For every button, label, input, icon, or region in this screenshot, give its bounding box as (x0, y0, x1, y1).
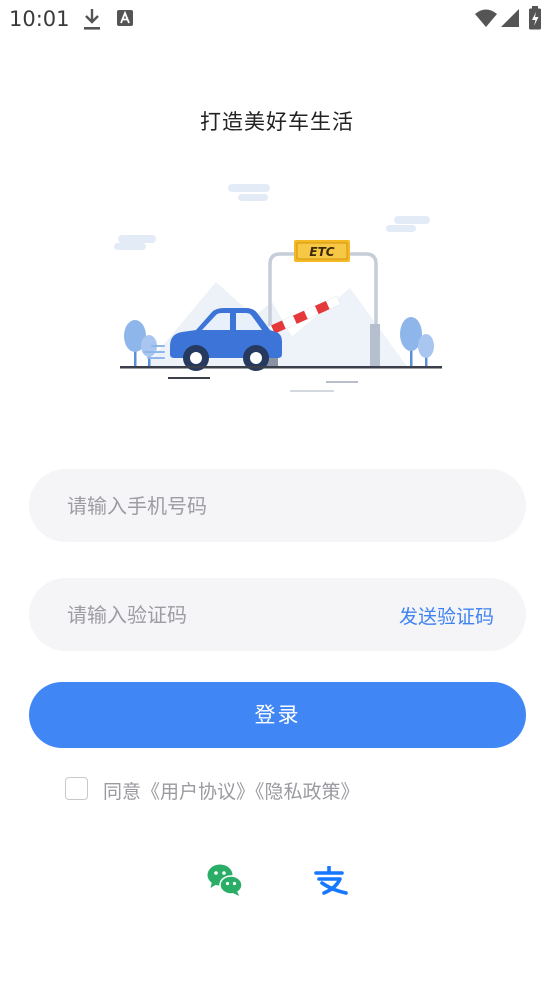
code-field[interactable]: 发送验证码 (29, 578, 526, 651)
etc-sign-text: ETC (309, 245, 334, 259)
phone-input[interactable] (67, 469, 487, 542)
hero-illustration: ETC (104, 178, 450, 402)
wifi-icon (474, 8, 498, 32)
signal-icon (500, 8, 520, 32)
tree-icon (400, 317, 434, 368)
download-icon (80, 6, 104, 36)
page-title: 打造美好车生活 (200, 110, 354, 134)
agreement-checkbox[interactable] (65, 777, 88, 800)
status-bar: 10:01 (0, 0, 554, 38)
wechat-icon[interactable] (207, 863, 243, 901)
alipay-icon[interactable] (312, 865, 348, 900)
a-notification-icon (116, 9, 134, 31)
send-code-button[interactable]: 发送验证码 (399, 602, 494, 629)
agreement-text[interactable]: 同意《用户协议》《隐私政策》 (103, 777, 360, 804)
battery-icon (528, 6, 542, 34)
verification-code-input[interactable] (67, 578, 367, 651)
login-button[interactable]: 登录 (29, 682, 526, 748)
status-time: 10:01 (9, 7, 70, 31)
cloud-icon (114, 184, 430, 250)
phone-field[interactable] (29, 469, 526, 542)
